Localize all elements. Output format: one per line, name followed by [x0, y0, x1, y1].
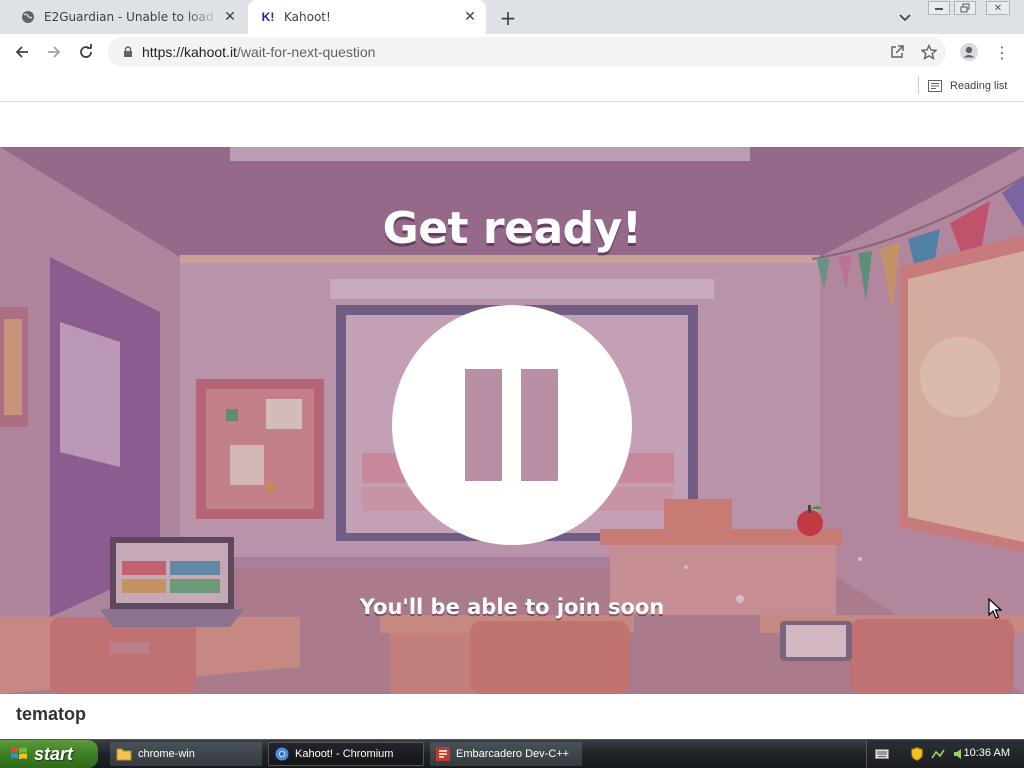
tab-kahoot[interactable]: K! Kahoot! ✕: [248, 0, 486, 34]
chromium-icon: [275, 747, 289, 761]
windows-taskbar: start chrome-win Kahoot! - Chromium Emba…: [0, 739, 1024, 768]
join-soon-text: You'll be able to join soon: [359, 595, 665, 619]
globe-icon: [20, 9, 36, 25]
bookmarks-bar: Reading list: [0, 70, 1024, 102]
kahoot-page: Get ready! You'll be able to join soon t…: [0, 103, 1024, 739]
tab-title: Kahoot!: [284, 10, 331, 24]
folder-icon: [116, 747, 132, 761]
taskbar-item-label: Embarcadero Dev-C++: [456, 748, 570, 760]
minimize-button[interactable]: [928, 1, 950, 15]
pause-bar-right: [521, 369, 558, 481]
lock-icon[interactable]: [120, 46, 136, 58]
pause-bar-left: [465, 369, 502, 481]
tab-search-chevron-down-icon[interactable]: [894, 7, 916, 29]
reload-icon[interactable]: [72, 38, 100, 66]
get-ready-heading: Get ready!: [382, 203, 642, 254]
restore-button[interactable]: [954, 1, 976, 15]
taskbar-item-kahoot-chromium[interactable]: Kahoot! - Chromium: [268, 742, 424, 766]
start-button[interactable]: start: [0, 740, 98, 768]
back-arrow-icon[interactable]: [8, 38, 36, 66]
taskbar-item-chrome-win[interactable]: chrome-win: [110, 742, 262, 766]
taskbar-item-devcpp[interactable]: Embarcadero Dev-C++: [430, 742, 582, 766]
tab-title: E2Guardian - Unable to load website: [44, 10, 220, 24]
windows-flag-icon: [10, 746, 28, 762]
new-tab-button[interactable]: +: [496, 6, 520, 30]
more-menu-icon[interactable]: ⋮: [992, 41, 1012, 63]
url-host: https://kahoot.it: [142, 44, 237, 60]
tab-strip: E2Guardian - Unable to load website ✕ K!…: [0, 0, 1024, 34]
mouse-cursor-icon: [988, 598, 1002, 619]
bookmark-star-icon[interactable]: [918, 41, 940, 63]
devcpp-icon: [436, 747, 450, 761]
system-tray: 10:36 AM: [866, 740, 1024, 768]
taskbar-clock: 10:36 AM: [963, 747, 1010, 759]
reading-list-icon: [928, 80, 942, 92]
profile-avatar-icon[interactable]: [958, 41, 980, 63]
taskbar-item-label: Kahoot! - Chromium: [295, 748, 394, 760]
player-nickname: tematop: [16, 704, 87, 724]
start-label: start: [34, 743, 74, 764]
forward-arrow-icon[interactable]: [40, 38, 68, 66]
divider: [918, 76, 919, 94]
address-bar[interactable]: https://kahoot.it/wait-for-next-question: [108, 37, 946, 67]
player-footer: tematop: [0, 694, 1024, 739]
close-tab-icon[interactable]: ✕: [460, 7, 480, 27]
taskbar-item-label: chrome-win: [138, 748, 195, 760]
pause-icon: [392, 305, 632, 545]
security-shield-icon[interactable]: [911, 747, 923, 761]
share-icon[interactable]: [886, 41, 908, 63]
network-icon[interactable]: [931, 748, 945, 760]
reading-list-label: Reading list: [950, 80, 1008, 92]
close-tab-icon[interactable]: ✕: [220, 7, 240, 27]
classroom-background: Get ready! You'll be able to join soon: [0, 147, 1024, 694]
url-text[interactable]: https://kahoot.it/wait-for-next-question: [142, 44, 375, 60]
tab-e2guardian[interactable]: E2Guardian - Unable to load website ✕: [8, 0, 246, 34]
reading-list-button[interactable]: Reading list: [928, 75, 1007, 97]
keyboard-icon[interactable]: [875, 749, 889, 759]
close-window-button[interactable]: ✕: [986, 1, 1010, 15]
browser-toolbar: https://kahoot.it/wait-for-next-question…: [0, 34, 1024, 70]
kahoot-favicon-icon: K!: [261, 10, 275, 24]
url-path: /wait-for-next-question: [236, 44, 376, 60]
